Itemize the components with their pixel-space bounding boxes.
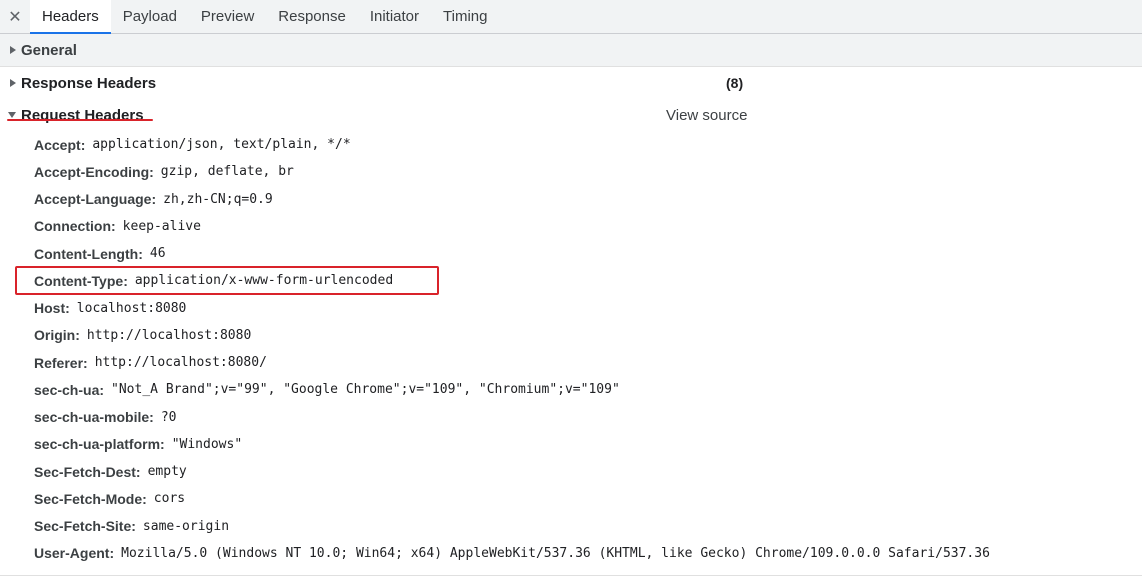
header-name: Content-Length — [34, 246, 143, 262]
header-value: empty — [147, 464, 187, 480]
header-name: Accept — [34, 137, 85, 153]
header-value: http://localhost:8080/ — [94, 355, 267, 371]
header-value: cors — [153, 491, 186, 507]
header-value: ?0 — [160, 409, 177, 425]
header-name: Content-Type — [34, 273, 128, 289]
section-general-title: General — [21, 41, 77, 59]
header-value: localhost:8080 — [76, 300, 187, 316]
header-name: Referer — [34, 355, 88, 371]
header-row: Accept-Encoding gzip, deflate, br — [0, 158, 1142, 185]
header-row: sec-ch-ua-platform "Windows" — [0, 431, 1142, 458]
caret-down-icon — [8, 112, 16, 118]
close-icon[interactable]: ✕ — [0, 0, 30, 33]
header-name: Accept-Encoding — [34, 164, 154, 180]
view-source-link[interactable]: View source — [666, 107, 747, 124]
section-request-headers[interactable]: Request Headers View source — [0, 99, 1142, 131]
header-value: application/x-www-form-urlencoded — [134, 273, 394, 289]
caret-right-icon — [10, 79, 16, 87]
header-name: Host — [34, 300, 70, 316]
tab-headers[interactable]: Headers — [30, 0, 111, 34]
panel-bottom-divider — [0, 575, 1142, 576]
header-value: application/json, text/plain, */* — [92, 137, 351, 153]
section-request-headers-title: Request Headers — [21, 106, 144, 124]
request-headers-list: Acceptapplication/json, text/plain, */* … — [0, 131, 1142, 567]
response-headers-count: (8) — [726, 75, 744, 91]
caret-right-icon — [10, 46, 16, 54]
section-response-headers[interactable]: Response Headers (8) — [0, 67, 1142, 99]
header-row: Content-Length 46 — [0, 240, 1142, 267]
header-name: User-Agent — [34, 545, 114, 561]
header-value: zh,zh-CN;q=0.9 — [163, 191, 273, 207]
section-general[interactable]: General — [0, 34, 1142, 67]
header-row: sec-ch-ua-mobile ?0 — [0, 404, 1142, 431]
header-row: Accept application/json, text/plain, */* — [0, 131, 1142, 158]
header-name: sec-ch-ua-platform — [34, 436, 165, 452]
header-value: "Windows" — [171, 436, 243, 452]
header-value: same-origin — [142, 518, 230, 534]
tab-preview[interactable]: Preview — [189, 0, 266, 33]
header-row: User-Agent Mozilla/5.0 (Windows NT 10.0; … — [0, 540, 1142, 567]
header-name: Sec-Fetch-Site — [34, 518, 136, 534]
header-value: gzip, deflate, br — [160, 164, 294, 180]
header-row: Sec-Fetch-Site same-origin — [0, 513, 1142, 540]
header-row: sec-ch-ua "Not_A Brand";v="99", "Google C… — [0, 376, 1142, 403]
section-response-headers-title: Response Headers — [21, 74, 157, 92]
header-name: Sec-Fetch-Mode — [34, 491, 147, 507]
header-name: Origin — [34, 327, 80, 343]
header-row: Connection keep-alive — [0, 213, 1142, 240]
header-row: Referer http://localhost:8080/ — [0, 349, 1142, 376]
header-name: Accept-Language — [34, 191, 156, 207]
header-name: sec-ch-ua-mobile — [34, 409, 154, 425]
header-value: http://localhost:8080 — [86, 327, 252, 343]
tab-initiator[interactable]: Initiator — [358, 0, 431, 33]
header-value: keep-alive — [122, 218, 201, 234]
header-name: Connection — [34, 218, 116, 234]
header-name: Sec-Fetch-Dest — [34, 464, 141, 480]
header-value: Mozilla/5.0 (Windows NT 10.0; Win64; x64… — [121, 545, 990, 561]
header-row-content-type: Content-Type application/x-www-form-urlen… — [0, 266, 1142, 296]
tab-timing[interactable]: Timing — [431, 0, 499, 33]
header-row: Sec-Fetch-Dest empty — [0, 458, 1142, 485]
header-row: Host localhost:8080 — [0, 295, 1142, 322]
tab-response[interactable]: Response — [266, 0, 358, 33]
header-value: 46 — [149, 246, 166, 262]
section-request-headers-title-wrap: Request Headers — [7, 106, 153, 124]
devtools-tab-bar: ✕ Headers Payload Preview Response Initi… — [0, 0, 1142, 34]
header-value: "Not_A Brand";v="99", "Google Chrome";v=… — [111, 382, 620, 398]
header-name: sec-ch-ua — [34, 382, 104, 398]
header-row: Origin http://localhost:8080 — [0, 322, 1142, 349]
annotation-underline — [7, 118, 153, 121]
header-row: Sec-Fetch-Mode cors — [0, 485, 1142, 512]
header-row: Accept-Language zh,zh-CN;q=0.9 — [0, 186, 1142, 213]
tab-payload[interactable]: Payload — [111, 0, 189, 33]
